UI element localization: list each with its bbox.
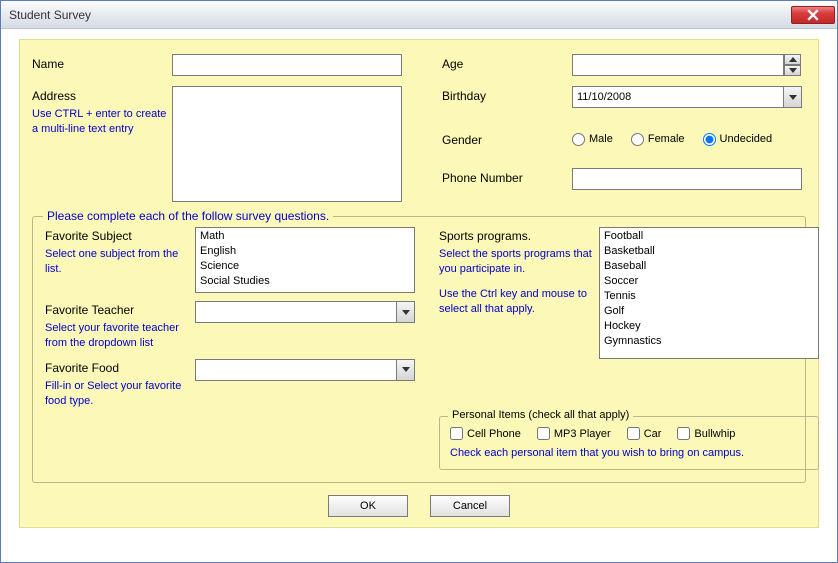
list-item[interactable]: Science [198,259,412,274]
chevron-down-icon [402,310,410,315]
list-item[interactable]: Hockey [602,319,816,334]
fav-food-label: Favorite Food [45,359,195,375]
age-spin-up[interactable] [784,54,801,65]
form-panel: Name Age Address Use CTRL + enter to cre… [19,39,819,528]
list-item[interactable]: Gymnastics [602,334,816,349]
gender-radio-undecided[interactable]: Undecided [703,133,773,146]
sports-listbox[interactable]: Football Basketball Baseball Soccer Tenn… [599,227,819,359]
address-input[interactable] [172,86,402,202]
list-item[interactable]: English [198,244,412,259]
window: Student Survey Name Age [0,0,838,563]
close-button[interactable] [791,6,835,24]
list-item[interactable]: Baseball [602,259,816,274]
list-item[interactable]: Football [602,229,816,244]
birthday-label: Birthday [442,86,572,103]
check-cell-phone[interactable]: Cell Phone [450,427,521,440]
fav-subject-hint: Select one subject from the list. [45,247,195,277]
survey-legend: Please complete each of the follow surve… [43,209,333,223]
survey-fieldset: Please complete each of the follow surve… [32,216,806,483]
chevron-down-icon [789,95,797,100]
personal-items-legend: Personal Items (check all that apply) [448,409,633,421]
age-input[interactable] [572,54,784,76]
chevron-up-icon [789,57,797,62]
sports-hint-1: Select the sports programs that you part… [439,247,599,277]
gender-radio-group: Male Female Undecided [572,130,802,146]
address-block: Address Use CTRL + enter to create a mul… [32,86,172,137]
client-area: Name Age Address Use CTRL + enter to cre… [1,29,837,540]
fav-food-input[interactable] [195,359,415,381]
gender-label: Gender [442,130,572,147]
window-title: Student Survey [9,8,91,22]
fav-teacher-hint: Select your favorite teacher from the dr… [45,321,195,351]
list-item[interactable]: Math [198,229,412,244]
personal-items-hint: Check each personal item that you wish t… [450,446,808,461]
close-icon [807,9,819,21]
phone-input[interactable] [572,168,802,190]
check-mp3-player[interactable]: MP3 Player [537,427,611,440]
birthday-input[interactable] [572,86,802,108]
fav-teacher-label: Favorite Teacher [45,301,195,317]
fav-teacher-input[interactable] [195,301,415,323]
personal-items-row: Cell Phone MP3 Player Car Bullwhip [450,427,808,440]
fav-food-hint: Fill-in or Select your favorite food typ… [45,379,195,409]
birthday-dropdown-button[interactable] [783,87,801,107]
sports-hint-2: Use the Ctrl key and mouse to select all… [439,287,599,317]
chevron-down-icon [789,68,797,73]
phone-label: Phone Number [442,168,572,185]
fav-food-dropdown-button[interactable] [396,360,414,380]
sports-label: Sports programs. [439,227,599,243]
fav-food-combo [195,359,415,381]
fav-teacher-combo [195,301,415,323]
fav-subject-block: Favorite Subject Select one subject from… [45,227,195,293]
list-item[interactable]: Soccer [602,274,816,289]
survey-grid: Favorite Subject Select one subject from… [45,227,793,470]
age-label: Age [442,54,572,71]
fav-subject-listbox[interactable]: Math English Science Social Studies [195,227,415,293]
button-row: OK Cancel [32,495,806,517]
cancel-button[interactable]: Cancel [430,495,510,517]
check-bullwhip[interactable]: Bullwhip [677,427,735,440]
top-grid: Name Age Address Use CTRL + enter to cre… [32,54,806,202]
list-item[interactable]: Tennis [602,289,816,304]
address-hint: Use CTRL + enter to create a multi-line … [32,107,172,137]
fav-food-block: Favorite Food Fill-in or Select your fav… [45,359,195,409]
name-input[interactable] [172,54,402,76]
fav-subject-label: Favorite Subject [45,227,195,243]
check-car[interactable]: Car [627,427,662,440]
ok-button[interactable]: OK [328,495,408,517]
birthday-combo [572,86,802,108]
sports-block: Sports programs. Select the sports progr… [439,227,599,408]
gender-radio-male[interactable]: Male [572,133,613,146]
fav-teacher-block: Favorite Teacher Select your favorite te… [45,301,195,351]
chevron-down-icon [402,367,410,372]
age-spinner [572,54,802,76]
address-label: Address [32,86,172,103]
gender-radio-female[interactable]: Female [631,133,685,146]
name-label: Name [32,54,172,71]
titlebar: Student Survey [1,1,837,29]
list-item[interactable]: Basketball [602,244,816,259]
age-spin-down[interactable] [784,65,801,76]
personal-items-fieldset: Personal Items (check all that apply) Ce… [439,416,819,470]
list-item[interactable]: Social Studies [198,274,412,289]
fav-teacher-dropdown-button[interactable] [396,302,414,322]
list-item[interactable]: Golf [602,304,816,319]
